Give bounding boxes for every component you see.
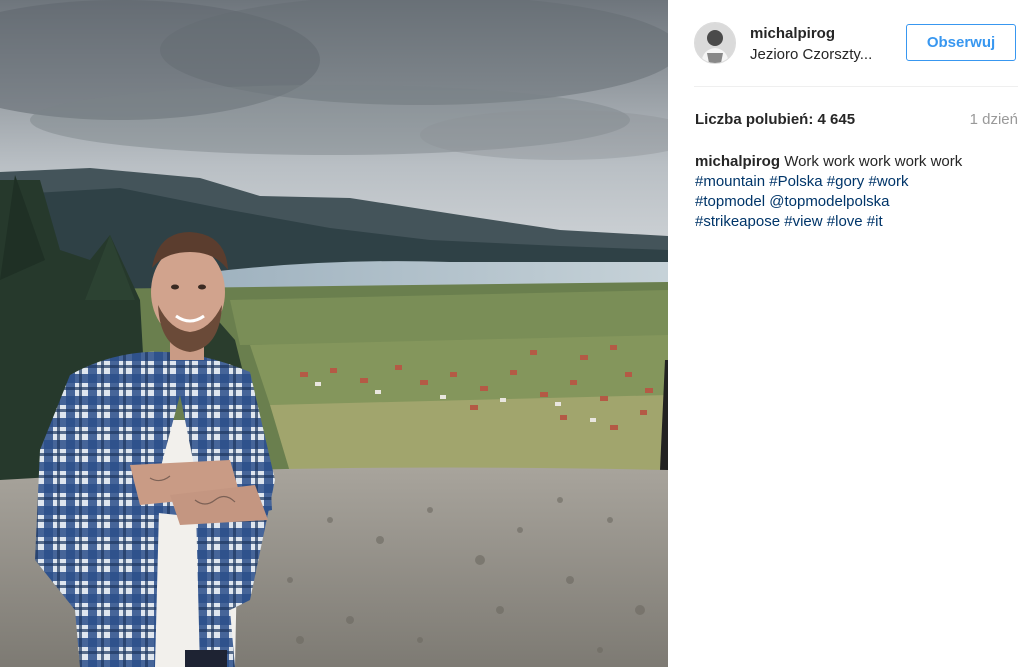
- post-image: [0, 0, 668, 667]
- likes-count[interactable]: Liczba polubień: 4 645: [695, 111, 855, 128]
- avatar[interactable]: [694, 22, 736, 64]
- caption-text: Work work work work work: [784, 153, 963, 170]
- avatar-image: [695, 23, 735, 63]
- post-timestamp[interactable]: 1 dzień: [970, 111, 1018, 128]
- post-details-panel: michalpirog Jezioro Czorszty... Obserwuj…: [668, 0, 1024, 667]
- hashtag-link[interactable]: #view: [784, 213, 822, 230]
- hashtag-link[interactable]: #mountain: [695, 173, 765, 190]
- hashtag-link[interactable]: #it: [867, 213, 883, 230]
- post-caption: michalpirog Work work work work work #mo…: [695, 152, 1013, 232]
- caption-username-link[interactable]: michalpirog: [695, 153, 780, 170]
- hashtag-link[interactable]: #gory: [827, 173, 865, 190]
- hashtag-link[interactable]: #strikeapose: [695, 213, 780, 230]
- hashtag-link[interactable]: #Polska: [769, 173, 822, 190]
- header-divider: [694, 86, 1018, 87]
- author-username-link[interactable]: michalpirog: [750, 25, 835, 42]
- post-photo[interactable]: [0, 0, 668, 667]
- hashtag-link[interactable]: #work: [868, 173, 908, 190]
- follow-button[interactable]: Obserwuj: [906, 24, 1016, 61]
- hashtag-link[interactable]: #love: [827, 213, 863, 230]
- hashtag-link[interactable]: #topmodel: [695, 193, 765, 210]
- mention-link[interactable]: @topmodelpolska: [769, 193, 889, 210]
- location-link[interactable]: Jezioro Czorszty...: [750, 46, 890, 63]
